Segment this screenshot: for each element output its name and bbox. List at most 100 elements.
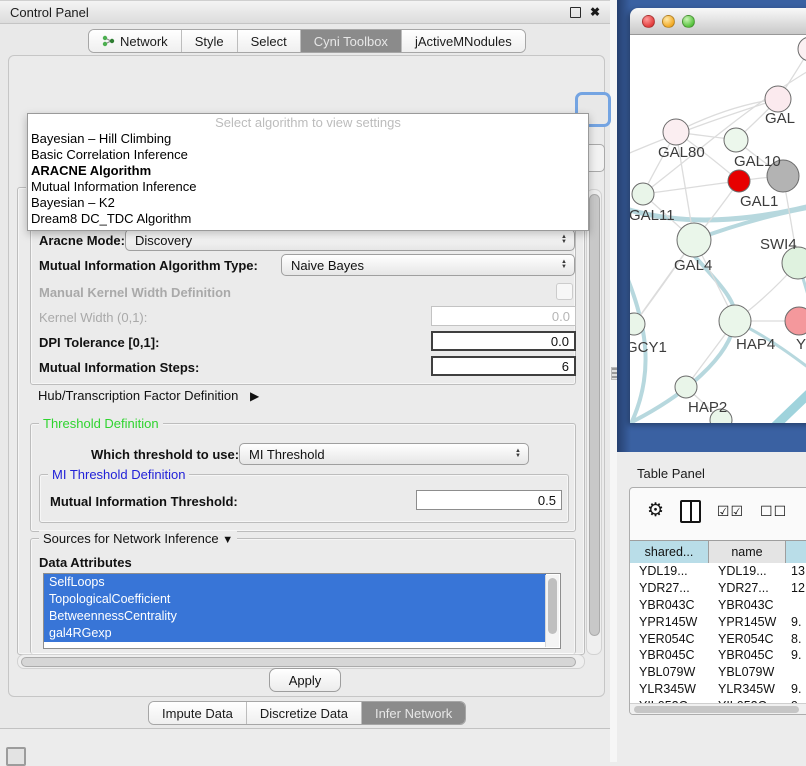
- close-icon[interactable]: ✖: [590, 7, 600, 17]
- tab-impute-data[interactable]: Impute Data: [149, 702, 247, 724]
- table-cell: 8.: [786, 632, 806, 646]
- network-canvas[interactable]: GAL GAL80 GAL10 GAL1 GAL11 GAL4 SWI4 GCY…: [630, 35, 806, 423]
- network-edges-teal: [630, 201, 806, 423]
- list-scrollbar-thumb[interactable]: [548, 578, 557, 634]
- network-node-gal10[interactable]: [724, 128, 748, 152]
- column-header-shared-name[interactable]: shared...: [630, 541, 709, 563]
- table-cell: YBL079W: [630, 665, 709, 679]
- algorithm-option[interactable]: Mutual Information Inference: [28, 179, 588, 195]
- node-label: GAL1: [740, 193, 778, 210]
- aracne-mode-label: Aracne Mode:: [39, 233, 125, 248]
- algorithm-option[interactable]: ARACNE Algorithm: [28, 163, 588, 179]
- close-traffic-light-icon[interactable]: [642, 15, 655, 28]
- gear-icon[interactable]: ⚙: [647, 501, 664, 521]
- list-scrollbar[interactable]: [545, 575, 559, 647]
- attribute-list-item[interactable]: gal4RGexp: [44, 625, 546, 642]
- tab-jactivemnodules[interactable]: jActiveMNodules: [402, 30, 525, 52]
- tab-infer-network[interactable]: Infer Network: [362, 702, 465, 724]
- panel-divider[interactable]: [610, 0, 617, 762]
- network-node-y[interactable]: [785, 307, 806, 335]
- algorithm-option[interactable]: Basic Correlation Inference: [28, 147, 588, 163]
- mi-threshold-field[interactable]: 0.5: [416, 490, 562, 510]
- kernel-width-value: 0.0: [552, 309, 570, 324]
- columns-icon[interactable]: [680, 500, 701, 523]
- tab-discretize-data[interactable]: Discretize Data: [247, 702, 362, 724]
- attribute-list-item[interactable]: BetweennessCentrality: [44, 608, 546, 625]
- mi-steps-field[interactable]: 6: [431, 356, 576, 376]
- attribute-list-item[interactable]: TopologicalCoefficient: [44, 591, 546, 608]
- table-cell: YDR27...: [630, 581, 709, 595]
- settings-horizontal-scrollbar[interactable]: [17, 654, 585, 669]
- table-row[interactable]: YDL19...YDL19...13: [630, 563, 806, 580]
- aracne-mode-select[interactable]: Discovery ▲▼: [125, 229, 575, 251]
- table-row[interactable]: YBR045CYBR045C9.: [630, 647, 806, 664]
- network-node-gal1-selected[interactable]: [728, 170, 750, 192]
- network-icon: [102, 35, 115, 47]
- mi-threshold-label: Mutual Information Threshold:: [50, 494, 238, 509]
- table-hscroll-thumb[interactable]: [634, 706, 799, 713]
- tab-label: Cyni Toolbox: [314, 34, 388, 49]
- minimize-traffic-light-icon[interactable]: [662, 15, 675, 28]
- network-node-clipped[interactable]: [798, 37, 806, 61]
- tab-label: Select: [251, 34, 287, 49]
- deselect-all-checkboxes-icon[interactable]: ☐☐: [760, 503, 787, 520]
- network-node-gal-top[interactable]: [765, 86, 791, 112]
- mi-type-label: Mutual Information Algorithm Type:: [39, 258, 258, 273]
- hub-definition-expander[interactable]: Hub/Transcription Factor Definition ▶: [38, 388, 259, 403]
- table-horizontal-scrollbar[interactable]: [630, 703, 806, 715]
- select-all-checkboxes-icon[interactable]: ☑☑: [717, 503, 744, 520]
- tab-network[interactable]: Network: [89, 30, 182, 52]
- table-row[interactable]: YBR043CYBR043C: [630, 597, 806, 614]
- table-cell: YBR043C: [709, 598, 786, 612]
- table-cell: 9.: [786, 615, 806, 629]
- algorithm-option[interactable]: Dream8 DC_TDC Algorithm: [28, 211, 588, 227]
- column-header-clipped[interactable]: [786, 541, 806, 563]
- data-attributes-list[interactable]: SelfLoopsTopologicalCoefficientBetweenne…: [43, 573, 561, 649]
- manual-kernel-checkbox[interactable]: [556, 283, 573, 300]
- sources-group-title[interactable]: Sources for Network Inference ▼: [39, 531, 237, 546]
- column-header-name[interactable]: name: [709, 541, 786, 563]
- attribute-list-item[interactable]: SelfLoops: [44, 574, 546, 591]
- apply-button[interactable]: Apply: [269, 668, 341, 692]
- network-node-hap2[interactable]: [675, 376, 697, 398]
- table-cell: YBL079W: [709, 665, 786, 679]
- zoom-traffic-light-icon[interactable]: [682, 15, 695, 28]
- table-cell: YDL19...: [630, 564, 709, 578]
- settings-vscroll-thumb[interactable]: [589, 194, 600, 636]
- table-row[interactable]: YPR145WYPR145W9.: [630, 613, 806, 630]
- network-node-gal4[interactable]: [677, 223, 711, 257]
- tab-select[interactable]: Select: [238, 30, 301, 52]
- tab-cyni-toolbox[interactable]: Cyni Toolbox: [301, 30, 402, 52]
- cyni-algorithm-settings-group: Cyni Algorithm Settings Algorithm Defini…: [17, 187, 585, 655]
- algorithm-definition-group: Algorithm Definition Aracne Mode: Discov…: [30, 213, 576, 385]
- threshold-definition-group: Threshold Definition Which threshold to …: [30, 423, 576, 532]
- network-node-gal11[interactable]: [632, 183, 654, 205]
- table-cell: YBR045C: [630, 648, 709, 662]
- panel-title: Control Panel: [10, 5, 89, 20]
- manual-kernel-label: Manual Kernel Width Definition: [39, 285, 231, 300]
- settings-vertical-scrollbar[interactable]: [586, 189, 602, 655]
- which-threshold-select[interactable]: MI Threshold ▲▼: [239, 443, 529, 465]
- control-panel-tabbar: Network Style Select Cyni Toolbox jActiv…: [88, 29, 526, 53]
- table-row[interactable]: YBL079WYBL079W: [630, 664, 806, 681]
- float-window-icon[interactable]: [570, 7, 581, 18]
- algorithm-dropdown-list: Select algorithm to view settings Bayesi…: [27, 113, 589, 231]
- table-row[interactable]: YLR345WYLR345W9.: [630, 681, 806, 698]
- settings-hscroll-thumb[interactable]: [21, 657, 576, 667]
- dock-panel-icon[interactable]: [6, 747, 26, 766]
- network-graph: GAL GAL80 GAL10 GAL1 GAL11 GAL4 SWI4 GCY…: [630, 35, 806, 423]
- algorithm-option[interactable]: Bayesian – K2: [28, 195, 588, 211]
- tab-style[interactable]: Style: [182, 30, 238, 52]
- network-node-gal80[interactable]: [663, 119, 689, 145]
- dpi-tolerance-field[interactable]: 0.0: [431, 331, 576, 351]
- table-row[interactable]: YER054CYER054C8.: [630, 630, 806, 647]
- table-row[interactable]: YDR27...YDR27...12: [630, 580, 806, 597]
- algorithm-option[interactable]: Bayesian – Hill Climbing: [28, 131, 588, 147]
- node-label: GCY1: [630, 339, 667, 356]
- network-window-titlebar: [630, 8, 806, 35]
- mi-steps-value: 6: [562, 359, 569, 374]
- node-label: GAL11: [630, 207, 675, 224]
- network-node-hap4[interactable]: [719, 305, 751, 337]
- mi-algorithm-type-select[interactable]: Naive Bayes ▲▼: [281, 254, 575, 276]
- kernel-width-field[interactable]: 0.0: [431, 306, 576, 326]
